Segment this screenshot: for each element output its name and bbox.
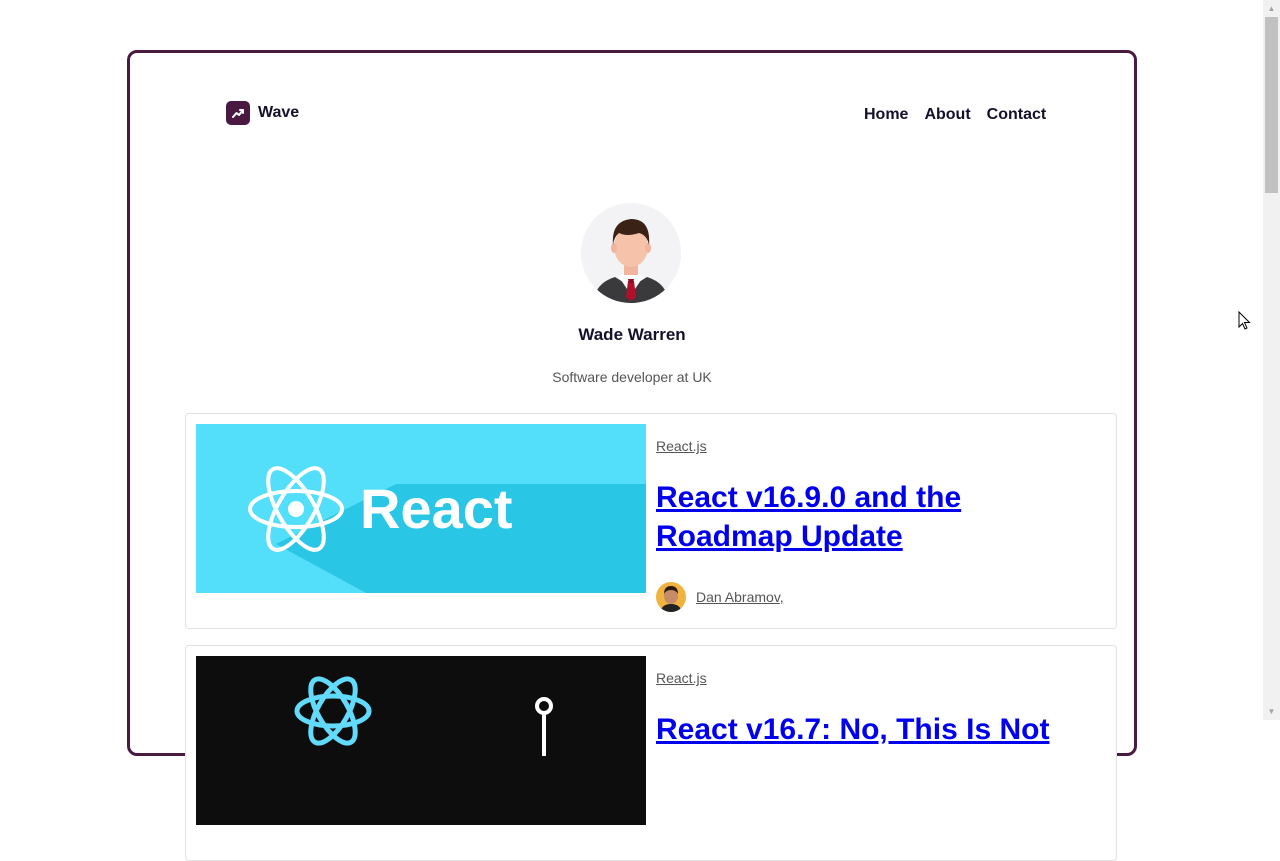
post-card[interactable]: React.js React v16.7: No, This Is Not (185, 645, 1117, 861)
scroll-up-arrow-icon[interactable]: ▲ (1263, 0, 1280, 17)
post-title[interactable]: React v16.7: No, This Is Not (656, 710, 1096, 749)
post-cover-image[interactable] (196, 656, 646, 825)
author-bio: Software developer at UK (552, 369, 712, 385)
author-name: Wade Warren (578, 325, 686, 344)
mouse-pointer-icon (1238, 310, 1252, 336)
post-body: React.js React v16.7: No, This Is Not (656, 670, 1096, 749)
react-logo-text: React (360, 477, 513, 540)
post-byline: Dan Abramov, (656, 582, 784, 612)
site-logo[interactable]: Wave (226, 101, 299, 125)
main-nav: Home About Contact (864, 106, 1046, 124)
post-body: React.js React v16.9.0 and the Roadmap U… (656, 438, 1096, 556)
site-name: Wave (258, 104, 300, 121)
nav-home[interactable]: Home (864, 106, 908, 124)
page-frame: Wave Home About Contact Wade Warren Soft… (127, 50, 1137, 861)
author-small-avatar[interactable] (656, 582, 686, 612)
nav-about[interactable]: About (924, 106, 970, 124)
post-tag[interactable]: React.js (656, 438, 707, 454)
trending-up-icon (226, 101, 250, 125)
author-avatar (581, 203, 681, 303)
post-cover-image[interactable]: React (196, 424, 646, 593)
nav-contact[interactable]: Contact (987, 106, 1047, 124)
post-title[interactable]: React v16.9.0 and the Roadmap Update (656, 478, 1096, 556)
post-author-link[interactable]: Dan Abramov, (696, 589, 784, 605)
scroll-thumb[interactable] (1265, 17, 1278, 193)
post-tag[interactable]: React.js (656, 670, 707, 686)
post-card[interactable]: React React.js React v16.9.0 and the Roa… (185, 413, 1117, 629)
page-scrollbar[interactable]: ▲ ▼ (1263, 0, 1280, 720)
scroll-down-arrow-icon[interactable]: ▼ (1263, 703, 1280, 720)
